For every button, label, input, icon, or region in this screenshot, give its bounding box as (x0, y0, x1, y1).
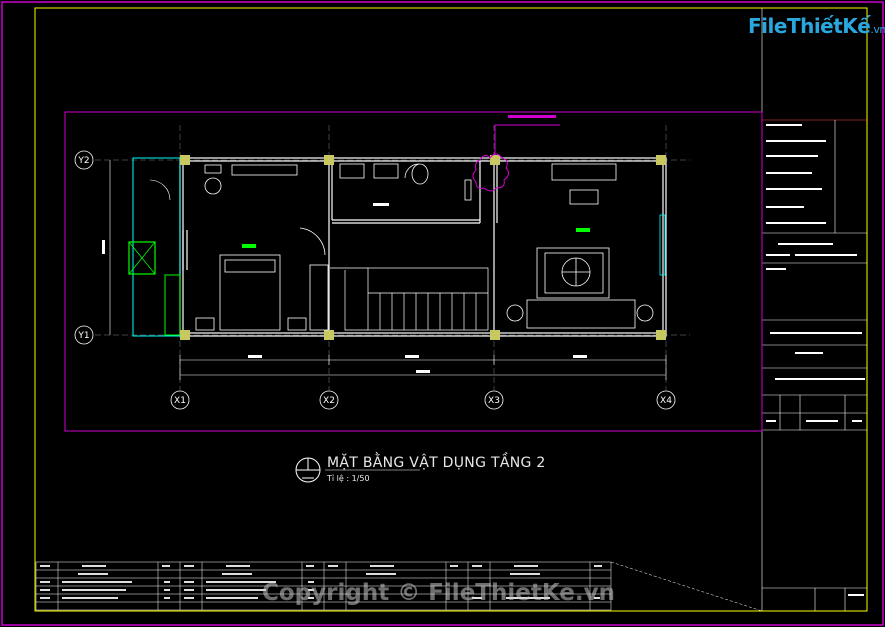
sheet-inner-border (34, 7, 868, 612)
living-room-furniture (506, 163, 666, 329)
title-block-text (766, 124, 865, 596)
staircase (330, 267, 489, 331)
bath-label (373, 203, 389, 206)
grid-label-x3: X3 (488, 396, 500, 406)
logo-domain-text: .vn (870, 23, 885, 36)
balcony (128, 157, 181, 337)
dimension-text (102, 240, 587, 373)
scale-label: Tỉ lệ : (327, 474, 350, 483)
bedroom-furniture (195, 164, 329, 331)
title-block (761, 8, 867, 611)
revision-note (508, 115, 556, 118)
cad-viewport: X1 X2 X3 X4 Y2 Y1 FileThiếtKế.vn MẶT BẰN… (0, 0, 885, 627)
grid-label-y2: Y2 (77, 156, 89, 166)
scale-value: 1/50 (351, 474, 370, 483)
grid-label-x1: X1 (174, 396, 186, 406)
living-label-tag (576, 228, 590, 232)
logo-main-text: FileThiếtKế (748, 14, 871, 38)
sheet-outer-border (1, 1, 884, 626)
brand-logo: FileThiếtKế.vn (748, 12, 885, 42)
grid-label-y1: Y1 (77, 331, 89, 341)
copyright-watermark: Copyright © FileThietKe.vn (262, 580, 615, 606)
room-label-tag (242, 244, 256, 248)
grid-labels: X1 X2 X3 X4 Y2 Y1 (77, 156, 672, 406)
drawing-title: MẶT BẰNG VẬT DỤNG TẦNG 2 (327, 455, 546, 471)
floor-plan-drawing: X1 X2 X3 X4 Y2 Y1 (1, 1, 884, 626)
table-diagonal (610, 561, 763, 612)
grid-label-x4: X4 (660, 396, 672, 406)
dimension-lines (109, 160, 667, 380)
grid-label-x2: X2 (323, 396, 335, 406)
drawing-scale: Tỉ lệ : 1/50 (327, 474, 370, 483)
bathroom-fixtures (339, 163, 472, 201)
